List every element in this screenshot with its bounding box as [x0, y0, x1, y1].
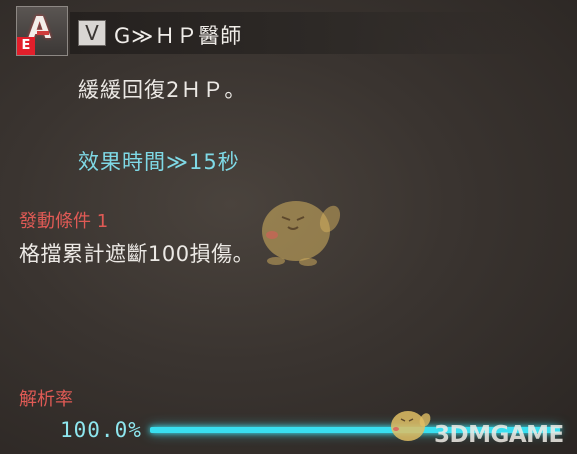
effect-duration: 效果時間≫15秒 [78, 150, 240, 174]
watermark-text: 3DMGAME [434, 422, 564, 448]
skill-icon[interactable]: A E [16, 6, 68, 56]
analysis-rate-value: 100.0% [60, 418, 142, 442]
type-badge: V [78, 20, 106, 46]
activation-condition-text: 格擋累計遮斷100損傷。 [19, 242, 255, 266]
skill-info-panel: A E V G≫ＨＰ醫師 緩緩回復2ＨＰ。 效果時間≫15秒 發動條件 1 格擋… [0, 0, 577, 454]
skill-name: G≫ＨＰ醫師 [114, 24, 243, 48]
rank-badge: E [17, 37, 35, 55]
duck-mascot-icon [262, 201, 341, 266]
watermark-mascot-icon [391, 411, 431, 441]
skill-description: 緩緩回復2ＨＰ。 [78, 78, 247, 102]
analysis-rate-label: 解析率 [19, 389, 73, 410]
activation-condition-label: 發動條件 1 [19, 211, 109, 232]
